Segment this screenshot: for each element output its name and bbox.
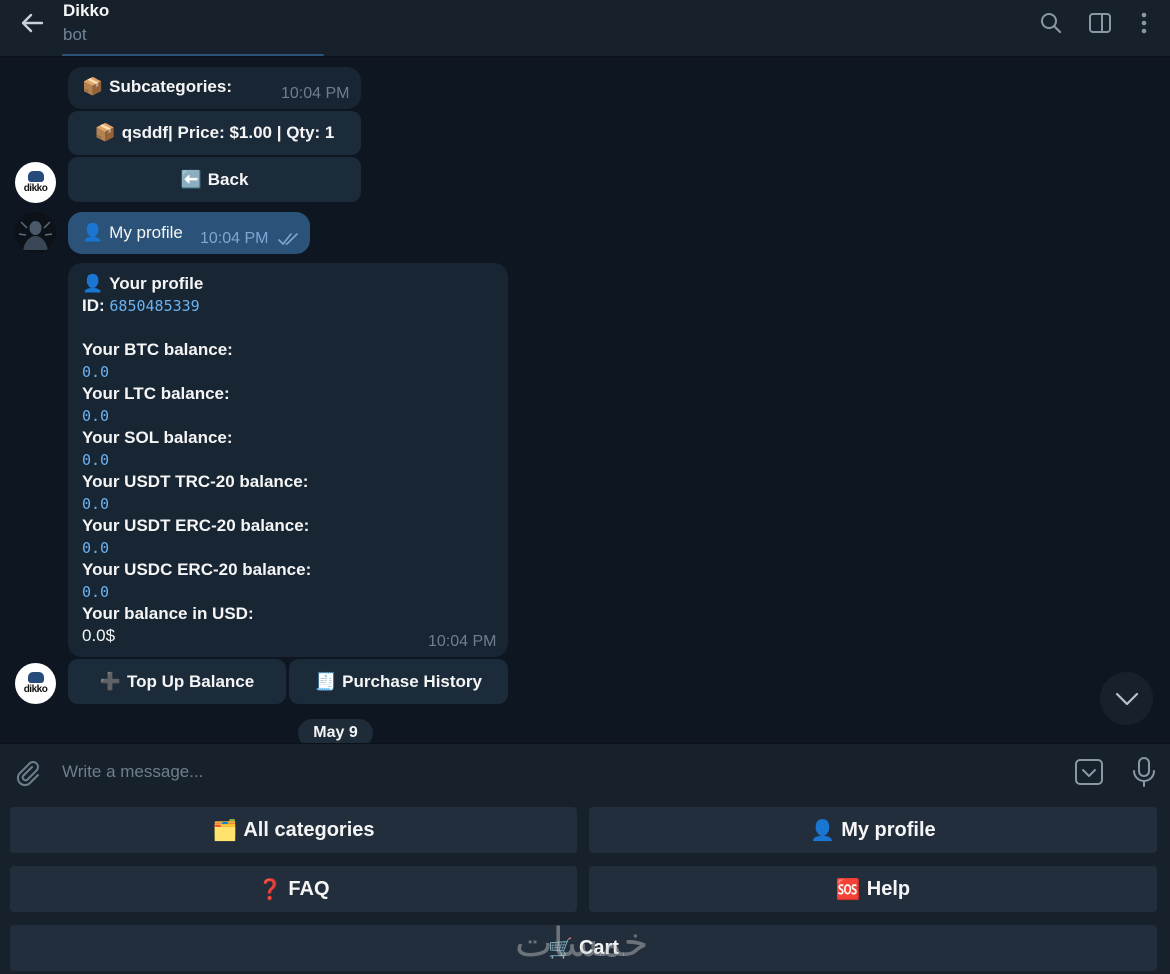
keyboard-button-help[interactable]: 🆘 Help [589, 866, 1157, 912]
keyboard-button-label: FAQ [288, 877, 330, 900]
balance-value[interactable]: 0.0 [82, 537, 311, 559]
balance-label: Your USDC ERC-20 balance: [82, 560, 312, 579]
user-avatar-image [15, 212, 56, 253]
search-icon[interactable] [1038, 10, 1064, 36]
subcategories-text: 📦 Subcategories: [82, 77, 232, 96]
left-arrow-icon: ⬅️ [180, 169, 202, 189]
robot-icon [27, 171, 44, 182]
balance-label: Your BTC balance: [82, 340, 233, 359]
question-mark-icon: ❓ [257, 878, 283, 901]
bust-icon: 👤 [810, 819, 836, 842]
product-button-label: qsddf| Price: $1.00 | Qty: 1 [121, 123, 335, 142]
top-up-balance-label: Top Up Balance [126, 671, 255, 691]
double-check-icon [278, 233, 298, 245]
receipt-icon: 🧾 [314, 671, 337, 691]
keyboard-button-faq[interactable]: ❓ FAQ [10, 866, 577, 912]
message-time: 10:04 PM [428, 633, 497, 650]
folder-icon: 🗂️ [212, 819, 238, 842]
paperclip-icon[interactable] [12, 758, 42, 788]
balance-value[interactable]: 0.0 [82, 405, 311, 427]
chat-header: Dikko bot [0, 0, 1170, 57]
purchase-history-label: Purchase History [342, 671, 482, 691]
microphone-icon[interactable] [1130, 756, 1158, 788]
user-avatar[interactable] [15, 212, 56, 253]
usd-balance-label: Your balance in USD: [82, 604, 254, 623]
top-up-balance-button[interactable]: ➕ Top Up Balance [68, 659, 286, 704]
sos-icon: 🆘 [835, 878, 861, 901]
keyboard-button-label: All categories [243, 818, 375, 841]
profile-id-row: ID: 6850485339 [82, 295, 311, 317]
usd-balance-value: 0.0$ [82, 626, 116, 645]
scroll-to-bottom-button[interactable] [1100, 672, 1153, 725]
profile-heading: 👤 Your profile [82, 274, 204, 293]
message-time: 10:04 PM [200, 230, 269, 247]
balance-label: Your USDT ERC-20 balance: [82, 516, 310, 535]
balance-label: Your USDT TRC-20 balance: [82, 472, 309, 491]
user-message: 👤 My profile 10:04 PM [68, 212, 310, 254]
keyboard-button-cart[interactable]: 🛒 Cart [10, 925, 1157, 971]
purchase-history-button[interactable]: 🧾 Purchase History [289, 659, 508, 704]
chat-title[interactable]: Dikko [63, 1, 109, 21]
profile-message: 👤 Your profile ID: 6850485339 Your BTC ba… [68, 263, 508, 657]
keyboard-button-all-categories[interactable]: 🗂️ All categories [10, 807, 577, 853]
balance-value[interactable]: 0.0 [82, 361, 311, 383]
package-icon: 📦 [82, 77, 104, 96]
user-message-text: 👤 My profile [82, 223, 183, 242]
product-button[interactable]: 📦 qsddf| Price: $1.00 | Qty: 1 [68, 111, 361, 155]
bust-icon: 👤 [82, 274, 104, 293]
id-label: ID: [82, 296, 105, 315]
subcategories-message: 📦 Subcategories: 10:04 PM [68, 67, 361, 109]
back-button[interactable]: ⬅️ Back [68, 157, 361, 202]
robot-icon [27, 672, 44, 683]
more-options-icon[interactable] [1131, 10, 1157, 36]
chat-subtitle: bot [63, 25, 87, 44]
chevron-down-icon [1115, 692, 1138, 705]
id-value[interactable]: 6850485339 [109, 297, 199, 315]
profile-body: 👤 Your profile ID: 6850485339 Your BTC ba… [82, 273, 311, 647]
balance-label: Your LTC balance: [82, 384, 230, 403]
bust-icon: 👤 [82, 223, 104, 242]
bot-avatar[interactable]: dikko [15, 162, 56, 203]
balance-label: Your SOL balance: [82, 428, 233, 447]
plus-icon: ➕ [99, 671, 121, 691]
balance-value[interactable]: 0.0 [82, 493, 311, 515]
keyboard-button-my-profile[interactable]: 👤 My profile [589, 807, 1157, 853]
balance-value[interactable]: 0.0 [82, 449, 311, 471]
sidebar-toggle-icon[interactable] [1087, 10, 1113, 36]
message-time: 10:04 PM [281, 85, 350, 102]
cart-icon: 🛒 [548, 937, 573, 960]
back-button-label: Back [207, 169, 249, 189]
bot-keyboard-icon[interactable] [1074, 757, 1104, 787]
keyboard-button-label: Cart [578, 936, 619, 959]
keyboard-button-label: Help [866, 877, 911, 900]
balance-value[interactable]: 0.0 [82, 581, 311, 603]
keyboard-button-label: My profile [841, 818, 936, 841]
header-divider [62, 54, 324, 56]
message-input[interactable] [62, 756, 1042, 788]
package-icon: 📦 [94, 123, 116, 142]
back-arrow-icon[interactable] [18, 9, 46, 37]
bot-avatar[interactable]: dikko [15, 663, 56, 704]
